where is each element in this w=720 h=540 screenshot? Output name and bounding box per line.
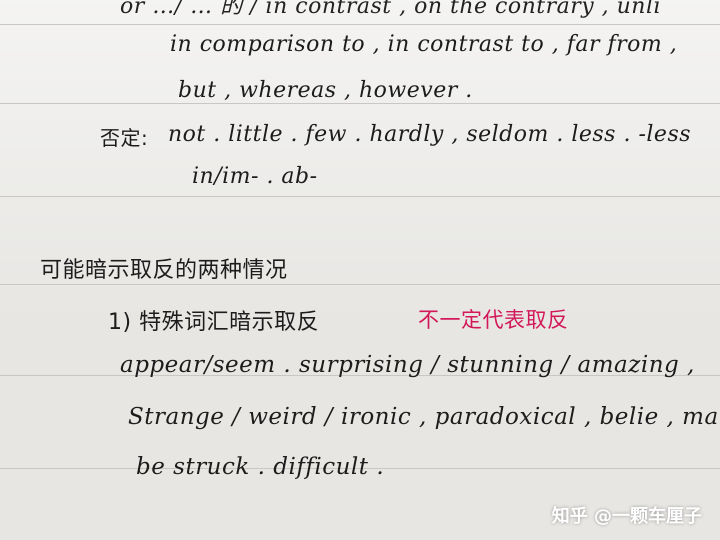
note-line-6: appear/seem . surprising / stunning / am… [120, 352, 695, 378]
note-line-7: Strange / weird / ironic , paradoxical ,… [128, 404, 719, 430]
zhihu-watermark: 知乎 @一颗车厘子 [551, 506, 702, 527]
note-line-4: not . little . few . hardly , seldom . l… [168, 122, 692, 147]
section-heading: 可能暗示取反的两种情况 [40, 258, 288, 283]
item-1-label: 1) 特殊词汇暗示取反 [108, 310, 320, 335]
note-line-1: or …/ … 的 / in contrast , on the contrar… [120, 0, 662, 19]
note-line-8: be struck . difficult . [136, 454, 385, 480]
rule-line [0, 24, 720, 25]
rule-line [0, 284, 720, 285]
note-line-5: in/im- . ab- [192, 164, 318, 189]
note-line-3: but , whereas , however . [178, 78, 473, 103]
notebook-page: or …/ … 的 / in contrast , on the contrar… [0, 0, 720, 540]
negation-label: 否定: [100, 126, 149, 150]
rule-line [0, 103, 720, 104]
note-line-2: in comparison to , in contrast to , far … [170, 32, 678, 57]
item-1-red-note: 不一定代表取反 [418, 308, 569, 332]
rule-line [0, 196, 720, 197]
